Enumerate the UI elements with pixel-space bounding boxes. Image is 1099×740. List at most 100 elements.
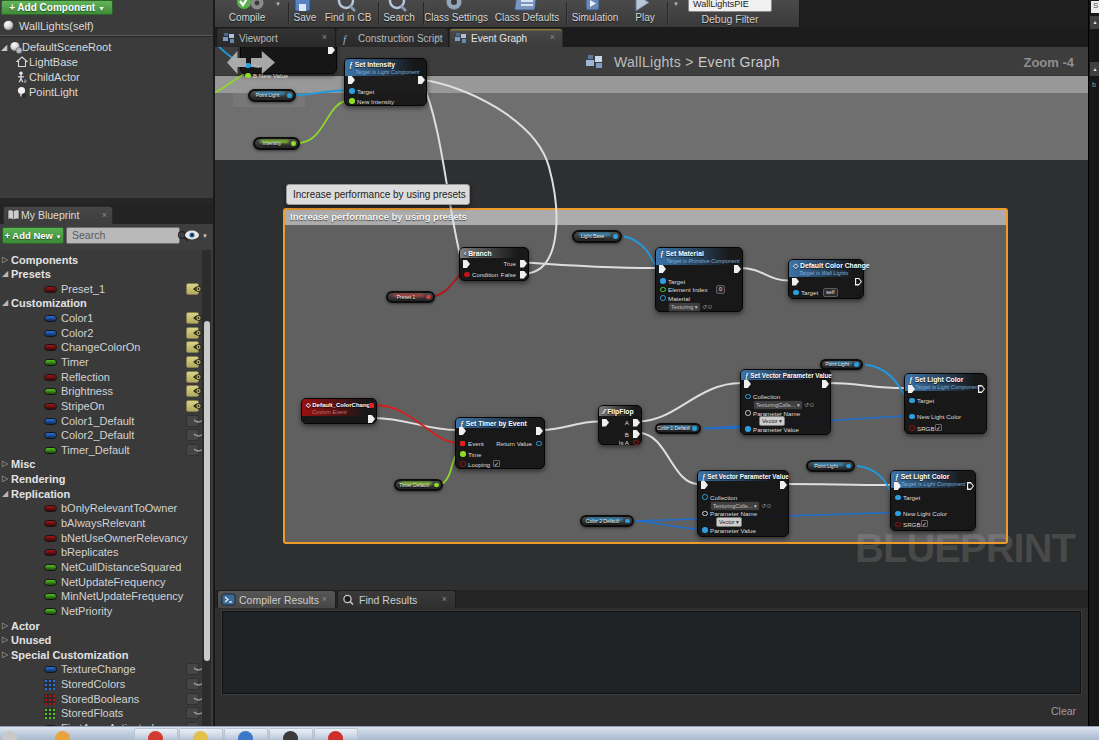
- variable-pill-color-1-default[interactable]: Color 1 Default: [655, 423, 701, 434]
- exec-pin[interactable]: [328, 47, 335, 54]
- data-pin[interactable]: [702, 494, 708, 500]
- scrollbar-thumb[interactable]: [204, 321, 210, 661]
- pill-output-pin[interactable]: [287, 93, 292, 98]
- eye-open-icon[interactable]: [186, 283, 199, 295]
- tab-viewport[interactable]: Viewport×: [217, 28, 335, 47]
- data-pin[interactable]: [909, 398, 915, 404]
- variable-pill-light-base[interactable]: Light Base: [572, 230, 622, 243]
- tab-compiler-results[interactable]: Compiler Results×: [217, 590, 336, 608]
- expander-icon[interactable]: ◢: [1, 43, 7, 52]
- category-unused[interactable]: ▷Unused: [0, 633, 202, 648]
- variable-pill-intensity[interactable]: Intensity: [253, 137, 300, 150]
- taskbar-app-icon[interactable]: [55, 731, 70, 740]
- variable-color1[interactable]: Color1: [0, 311, 202, 326]
- node-set-intensity[interactable]: ƒ Set IntensityTarget is Light Component…: [344, 58, 427, 106]
- exec-pin[interactable]: [520, 271, 527, 279]
- exec-pin[interactable]: [659, 265, 666, 273]
- exec-pin[interactable]: [744, 380, 751, 388]
- eye-closed-icon[interactable]: [186, 707, 199, 719]
- close-icon[interactable]: ×: [320, 595, 329, 604]
- variable-pill-point-light-0[interactable]: Point Light: [248, 89, 296, 102]
- value-box[interactable]: 0: [716, 285, 725, 294]
- variable-pill-timer-default[interactable]: Timer Default: [394, 479, 443, 491]
- pill-output-pin[interactable]: [434, 483, 439, 488]
- chevron-down-icon[interactable]: ▼: [202, 233, 208, 239]
- variable-timer[interactable]: Timer: [0, 355, 202, 370]
- pill-output-pin[interactable]: [854, 362, 859, 367]
- expander-icon[interactable]: ▷: [2, 255, 8, 264]
- variable-netupdatefrequency[interactable]: NetUpdateFrequency: [0, 575, 202, 590]
- chevron-down-icon[interactable]: ▼: [673, 1, 679, 7]
- node-branch[interactable]: ‹ BranchConditionTrueFalse: [459, 247, 529, 281]
- exec-pin[interactable]: [348, 76, 355, 84]
- exec-pin[interactable]: [701, 481, 708, 489]
- add-component-button[interactable]: + Add Component ▼: [1, 0, 113, 15]
- eye-open-icon[interactable]: [186, 400, 199, 412]
- class-defaults-button[interactable]: Class Defaults: [493, 0, 561, 26]
- exec-pin[interactable]: [855, 278, 862, 286]
- taskbar-app-icon[interactable]: [193, 731, 208, 740]
- component-tree-item-defaultsceneroot[interactable]: ◢DefaultSceneRoot: [0, 40, 213, 55]
- tab-event-graph[interactable]: Event Graph×: [449, 28, 563, 47]
- play-button[interactable]: Play▼: [611, 0, 679, 26]
- data-pin[interactable]: [895, 495, 901, 501]
- variable-bnetuseownerrelevancy[interactable]: bNetUseOwnerRelevancy: [0, 531, 202, 546]
- data-pin[interactable]: [745, 410, 751, 416]
- data-pin[interactable]: [460, 451, 466, 457]
- windows-taskbar[interactable]: [0, 726, 1099, 740]
- eye-open-icon[interactable]: [186, 371, 199, 383]
- category-presets[interactable]: ◢Presets: [0, 267, 202, 282]
- category-rendering[interactable]: ▷Rendering: [0, 472, 202, 487]
- variable-storedfloats[interactable]: StoredFloats: [0, 706, 202, 721]
- add-new-button[interactable]: + Add New ▼: [2, 227, 64, 244]
- eye-open-icon[interactable]: [186, 356, 199, 368]
- data-pin[interactable]: [909, 414, 915, 420]
- variable-minnetupdatefrequency[interactable]: MinNetUpdateFrequency: [0, 589, 202, 604]
- expander-icon[interactable]: ▷: [2, 474, 8, 483]
- eye-closed-icon[interactable]: [186, 678, 199, 690]
- taskbar-app-icon[interactable]: [2, 731, 17, 740]
- close-icon[interactable]: ×: [320, 33, 329, 42]
- data-pin[interactable]: [660, 295, 666, 301]
- data-pin[interactable]: [745, 426, 751, 432]
- variable-color2[interactable]: Color2: [0, 326, 202, 341]
- close-icon[interactable]: ×: [548, 33, 557, 42]
- eye-open-icon[interactable]: [186, 327, 199, 339]
- exec-pin[interactable]: [418, 76, 425, 84]
- node-default-color-change-call[interactable]: ◇ Default Color ChangeTarget is Wall Lig…: [788, 259, 864, 299]
- expander-icon[interactable]: ▷: [2, 459, 8, 468]
- variable-color1-default[interactable]: Color1_Default: [0, 414, 202, 429]
- taskbar-app-icon[interactable]: [148, 731, 163, 740]
- variable-pill-point-light-1[interactable]: Point Light: [820, 359, 863, 370]
- data-pin[interactable]: [702, 511, 708, 517]
- exec-pin[interactable]: [536, 427, 543, 435]
- node-set-light-color-2[interactable]: ƒ Set Light ColorTarget is Light Compone…: [890, 470, 976, 531]
- data-pin[interactable]: [464, 272, 470, 278]
- pill-output-pin[interactable]: [426, 295, 431, 300]
- search-input[interactable]: Search: [66, 227, 180, 244]
- variable-pill-preset-1[interactable]: Preset 1: [386, 291, 435, 303]
- node-set-vector-param-1[interactable]: ƒ Set Vector Parameter ValueCollectionTe…: [740, 369, 831, 435]
- clear-button[interactable]: Clear: [1051, 705, 1076, 717]
- expander-icon[interactable]: ◢: [2, 298, 8, 307]
- data-pin[interactable]: [895, 511, 901, 517]
- variable-texturechange[interactable]: TextureChange: [0, 662, 202, 677]
- taskbar-app-icon[interactable]: [283, 731, 298, 740]
- browse-icon[interactable]: ⊙: [707, 304, 712, 310]
- node-default-colorchange-event[interactable]: ◇ Default_ColorChangeCustom Event: [301, 398, 377, 424]
- taskbar-app-icon[interactable]: [238, 731, 253, 740]
- node-set-material[interactable]: ƒ Set MaterialTarget is Primitive Compon…: [655, 247, 743, 312]
- category-components[interactable]: ▷Components: [0, 253, 202, 268]
- delegate-pin[interactable]: [460, 441, 465, 446]
- pill-output-pin[interactable]: [692, 426, 697, 431]
- exec-pin[interactable]: [792, 278, 799, 286]
- variable-brightness[interactable]: Brightness: [0, 384, 202, 399]
- exec-pin[interactable]: [602, 419, 609, 427]
- data-pin[interactable]: [349, 88, 355, 94]
- pill-output-pin[interactable]: [291, 141, 296, 146]
- checkbox[interactable]: ✓: [493, 460, 500, 467]
- component-tree-item-pointlight[interactable]: PointLight: [0, 85, 213, 100]
- data-pin[interactable]: [895, 522, 901, 528]
- data-pin[interactable]: [745, 394, 751, 400]
- category-customization[interactable]: ◢Customization: [0, 296, 202, 311]
